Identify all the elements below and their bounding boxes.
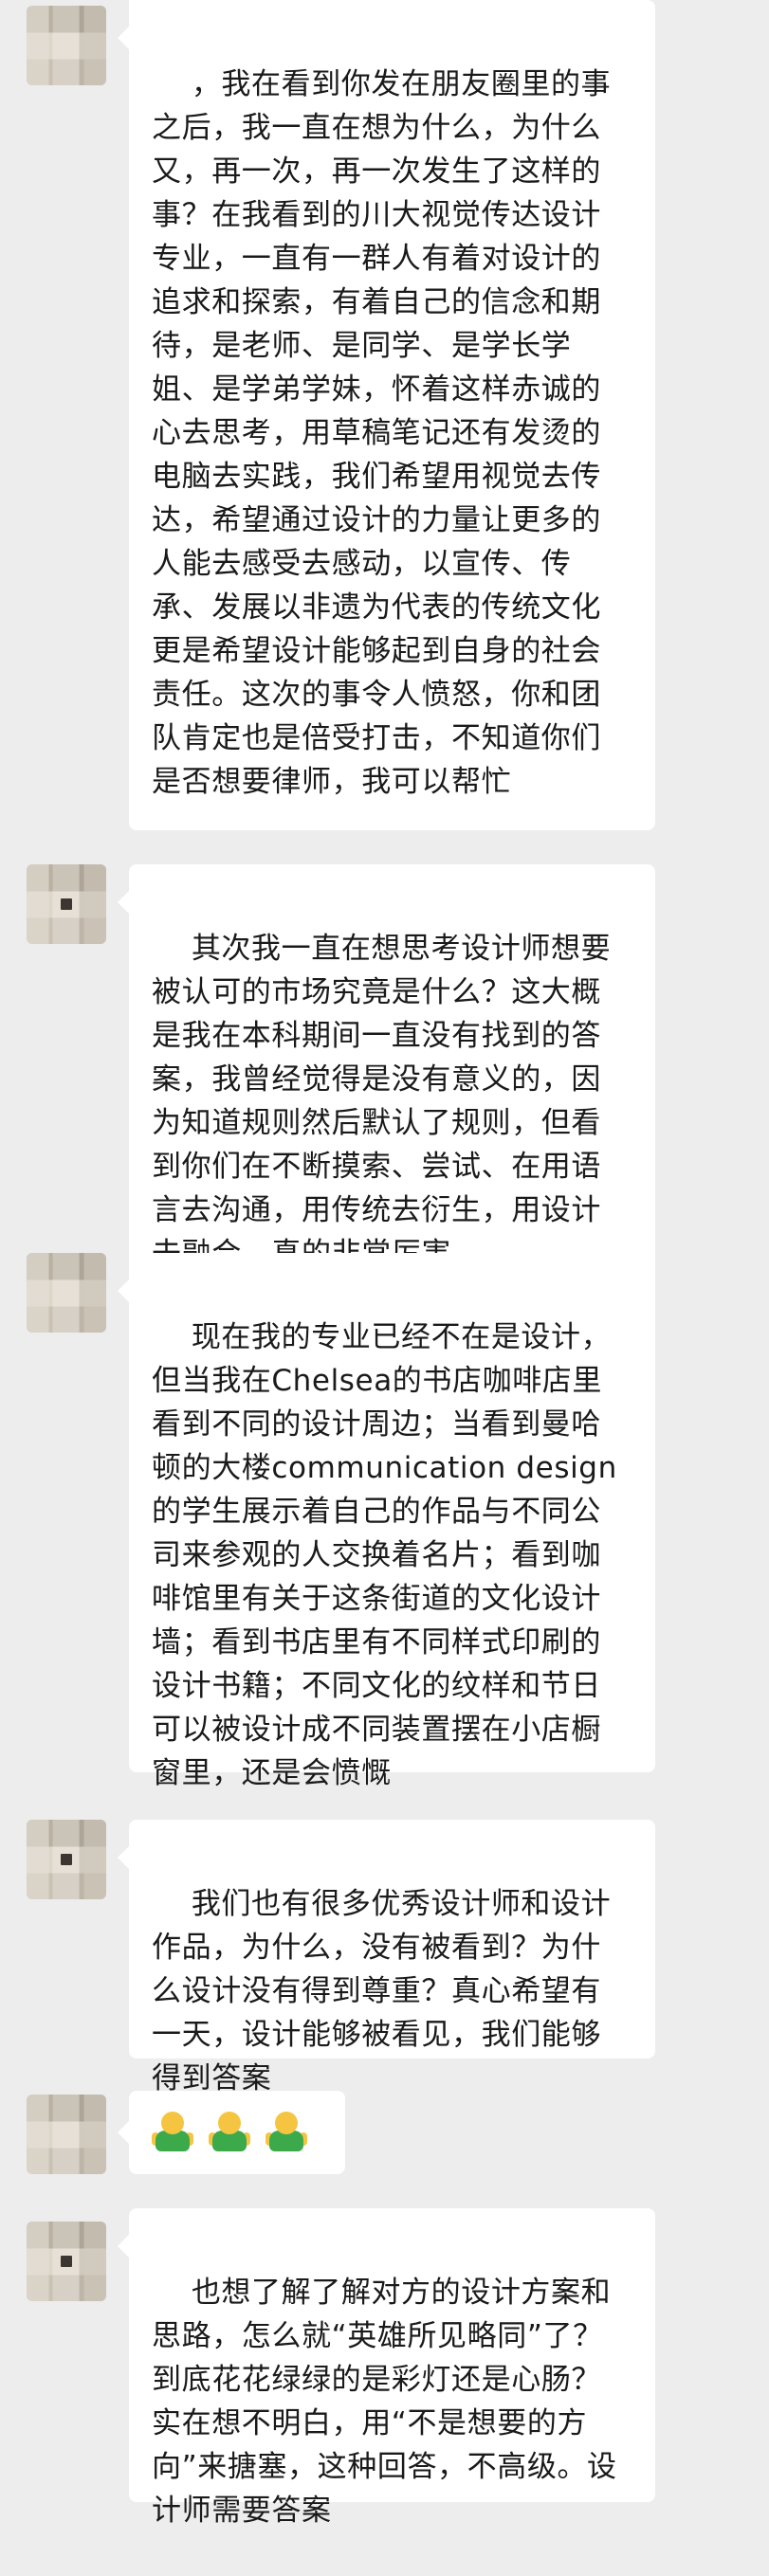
cheer-emoji-icon	[209, 2112, 250, 2153]
message-text: 也想了解了解对方的设计方案和思路，怎么就“英雄所见略同”了？到底花花绿绿的是彩灯…	[152, 2276, 617, 2528]
emoji-bubble[interactable]	[118, 2091, 345, 2174]
message-text: 现在我的专业已经不在是设计，但当我在Chelsea的书店咖啡店里看到不同的设计周…	[152, 1320, 617, 1790]
avatar[interactable]	[27, 1253, 106, 1333]
message-bubble[interactable]: 我们也有很多优秀设计师和设计作品，为什么，没有被看到？为什么设计没有得到尊重？真…	[118, 1820, 655, 2095]
message-bubble[interactable]: 其次我一直在想思考设计师想要被认可的市场究竟是什么？这大概是我在本科期间一直没有…	[118, 864, 655, 1310]
avatar[interactable]	[27, 1820, 106, 1899]
message-bubble[interactable]: 也想了解了解对方的设计方案和思路，怎么就“英雄所见略同”了？到底花花绿绿的是彩灯…	[118, 2208, 655, 2528]
message-bubble[interactable]: 现在我的专业已经不在是设计，但当我在Chelsea的书店咖啡店里看到不同的设计周…	[118, 1253, 655, 1790]
avatar[interactable]	[27, 864, 106, 944]
avatar[interactable]	[27, 2095, 106, 2174]
avatar[interactable]	[27, 6, 106, 85]
avatar-dot	[61, 2256, 72, 2267]
cheer-emoji-icon	[265, 2112, 307, 2153]
message-text: 我们也有很多优秀设计师和设计作品，为什么，没有被看到？为什么设计没有得到尊重？真…	[152, 1887, 612, 2095]
message-bubble[interactable]: ，我在看到你发在朋友圈里的事之后，我一直在想为什么，为什么又，再一次，再一次发生…	[118, 0, 655, 830]
message-text: 其次我一直在想思考设计师想要被认可的市场究竟是什么？这大概是我在本科期间一直没有…	[152, 932, 612, 1271]
avatar-dot	[61, 1854, 72, 1865]
avatar[interactable]	[27, 2222, 106, 2301]
avatar-dot	[61, 898, 72, 910]
message-text: ，我在看到你发在朋友圈里的事之后，我一直在想为什么，为什么又，再一次，再一次发生…	[152, 67, 612, 799]
cheer-emoji-icon	[152, 2112, 193, 2153]
